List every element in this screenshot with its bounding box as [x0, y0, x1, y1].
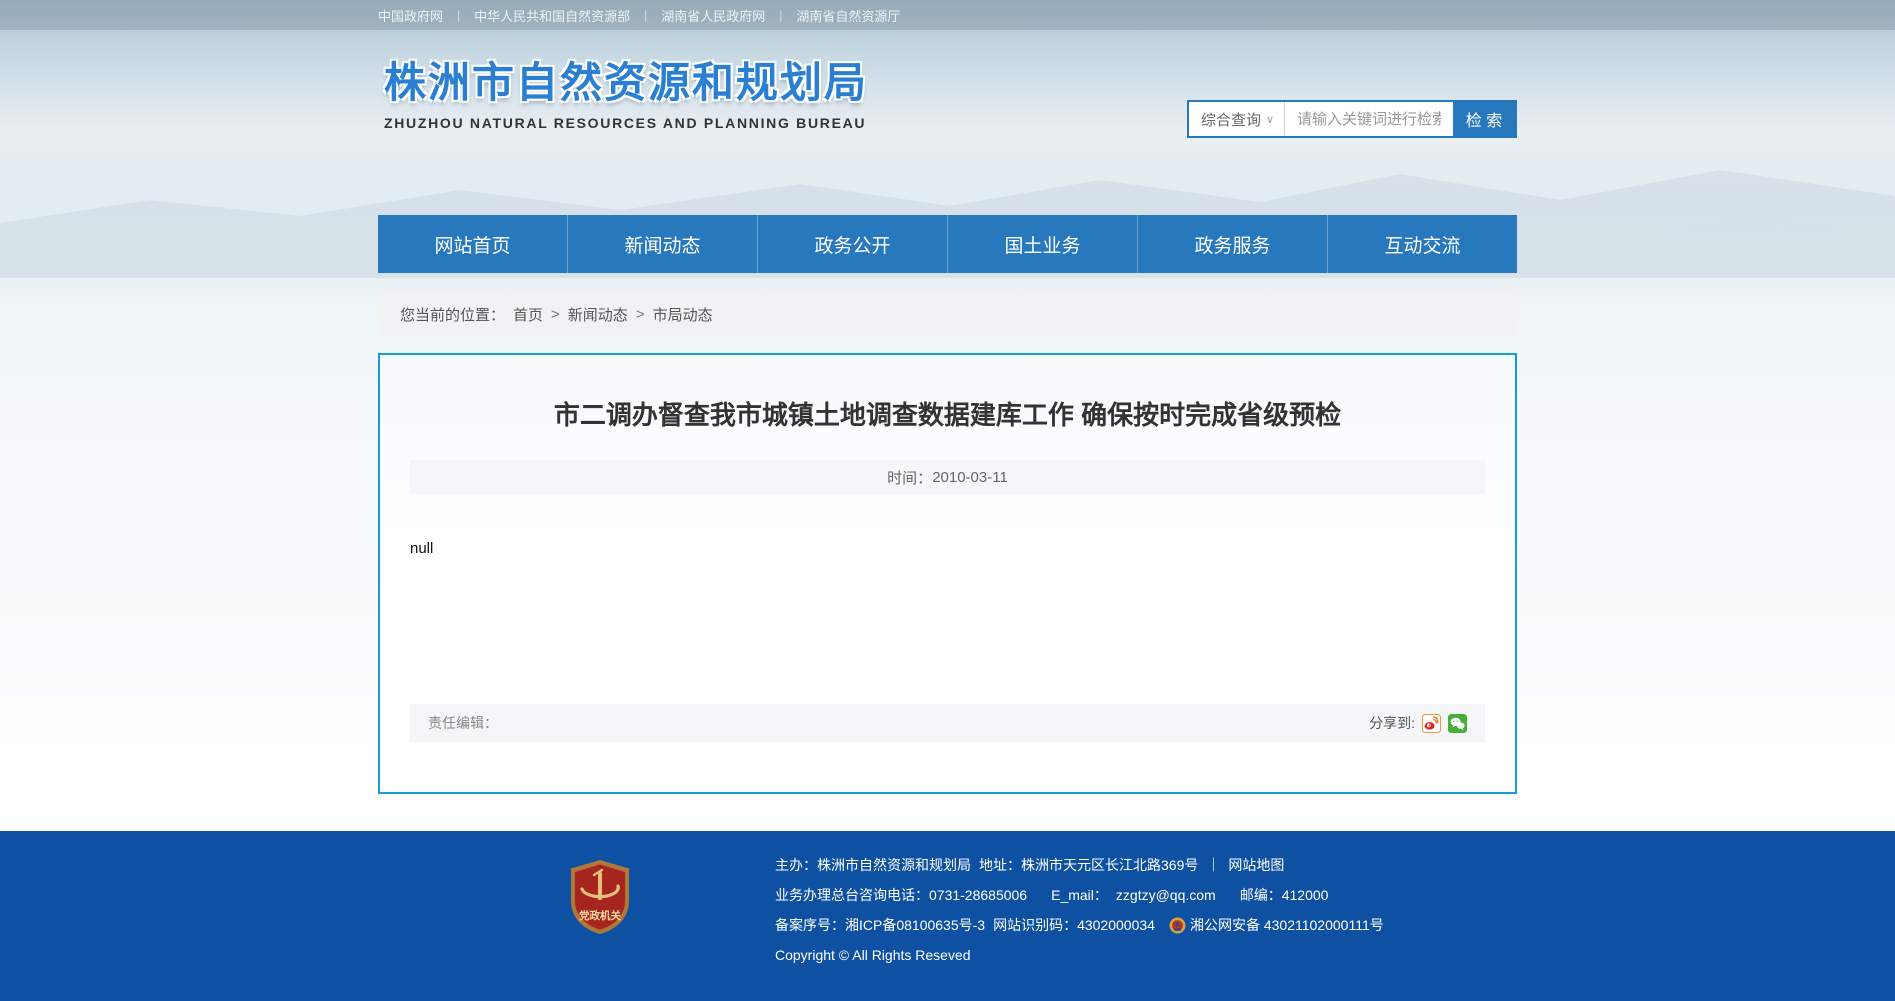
breadcrumb-separator: > — [635, 305, 645, 323]
footer-phone-label: 业务办理总台咨询电话： — [775, 887, 929, 903]
share-group: 分享到: — [1369, 713, 1467, 733]
party-government-badge-icon[interactable]: 党政机关 — [568, 859, 632, 935]
breadcrumb-separator: > — [551, 305, 560, 323]
article-box: 市二调办督查我市城镇土地调查数据建库工作 确保按时完成省级预检 时间： 2010… — [378, 353, 1517, 794]
page-footer: 党政机关 主办： 株洲市自然资源和规划局 地址： 株洲市天元区长江北路369号 … — [0, 831, 1895, 1001]
police-badge-icon — [1169, 917, 1186, 934]
site-subtitle-english: ZHUZHOU NATURAL RESOURCES AND PLANNING B… — [384, 115, 867, 132]
nav-item-land-business[interactable]: 国土业务 — [947, 215, 1137, 273]
breadcrumb: 您当前的位置： 首页 > 新闻动态 > 市局动态 — [378, 293, 1517, 335]
toplink-hunan-gov[interactable]: 湖南省人民政府网 — [661, 6, 765, 25]
breadcrumb-link-bureau-news[interactable]: 市局动态 — [653, 304, 713, 325]
search-bar: 综合查询 ∨ 检 索 — [1187, 100, 1517, 138]
footer-address-value: 株洲市天元区长江北路369号 — [1021, 857, 1199, 873]
footer-line-copyright: Copyright © All Rights Reseved — [775, 947, 1517, 964]
nav-item-gov-services[interactable]: 政务服务 — [1137, 215, 1327, 273]
toplink-separator: | — [779, 8, 783, 22]
footer-line-registration: 备案序号：湘ICP备08100635号-3 网站识别码：4302000034 湘… — [775, 917, 1517, 934]
footer-icp-number: 备案序号：湘ICP备08100635号-3 — [775, 917, 986, 933]
footer-police-record-link[interactable]: 湘公网安备 43021102000111号 — [1190, 917, 1384, 934]
search-input[interactable] — [1285, 102, 1453, 136]
toplink-hunan-nr[interactable]: 湖南省自然资源厅 — [796, 6, 900, 25]
breadcrumb-label: 您当前的位置： — [400, 306, 506, 324]
footer-host-label: 主办： — [775, 857, 817, 873]
footer-line-contact: 业务办理总台咨询电话： 0731-28685006 E_mail： zzgtzy… — [775, 887, 1517, 904]
toplink-separator: | — [644, 8, 648, 22]
toplink-china-gov[interactable]: 中国政府网 — [378, 6, 443, 25]
footer-info: 主办： 株洲市自然资源和规划局 地址： 株洲市天元区长江北路369号 ｜ 网站地… — [775, 831, 1517, 964]
share-label: 分享到: — [1369, 715, 1415, 731]
weibo-share-icon[interactable] — [1422, 713, 1441, 733]
breadcrumb-link-news[interactable]: 新闻动态 — [568, 304, 628, 325]
nav-item-interaction[interactable]: 互动交流 — [1327, 215, 1517, 273]
article-time-label: 时间： — [887, 469, 933, 487]
top-links-bar: 中国政府网 | 中华人民共和国自然资源部 | 湖南省人民政府网 | 湖南省自然资… — [0, 0, 1895, 30]
footer-site-code: 网站识别码：4302000034 — [993, 917, 1155, 933]
article-footer-band: 责任编辑： 分享到: — [410, 704, 1485, 742]
toplink-mnr[interactable]: 中华人民共和国自然资源部 — [474, 6, 630, 25]
main-content: 市二调办督查我市城镇土地调查数据建库工作 确保按时完成省级预检 时间： 2010… — [0, 353, 1895, 794]
nav-item-home[interactable]: 网站首页 — [378, 215, 567, 273]
footer-address-label: 地址： — [979, 857, 1021, 873]
breadcrumb-link-home[interactable]: 首页 — [513, 304, 543, 325]
footer-email-label: E_mail： — [1051, 887, 1108, 903]
site-logo[interactable]: 株洲市自然资源和规划局 ZHUZHOU NATURAL RESOURCES AN… — [384, 59, 869, 132]
wechat-share-icon[interactable] — [1448, 713, 1467, 733]
site-title: 株洲市自然资源和规划局 — [384, 59, 869, 106]
search-category-select[interactable]: 综合查询 ∨ — [1189, 102, 1285, 136]
article-time-band: 时间： 2010-03-11 — [410, 460, 1485, 494]
article-title: 市二调办督查我市城镇土地调查数据建库工作 确保按时完成省级预检 — [553, 400, 1342, 430]
toplink-separator: | — [457, 8, 461, 22]
search-button[interactable]: 检 索 — [1453, 102, 1515, 136]
footer-phone-value: 0731-28685006 — [929, 887, 1028, 903]
footer-sitemap-link[interactable]: 网站地图 — [1228, 857, 1284, 874]
footer-zip-label: 邮编： — [1239, 887, 1282, 903]
nav-item-news[interactable]: 新闻动态 — [567, 215, 757, 273]
nav-item-gov-info[interactable]: 政务公开 — [757, 215, 947, 273]
editor-label: 责任编辑： — [428, 715, 498, 731]
footer-host-value: 株洲市自然资源和规划局 — [817, 857, 971, 873]
footer-email-link[interactable]: zzgtzy@qq.com — [1116, 887, 1216, 904]
chevron-down-icon: ∨ — [1265, 113, 1274, 126]
footer-zip-value: 412000 — [1281, 887, 1329, 903]
search-category-value: 综合查询 — [1201, 111, 1262, 129]
footer-line-host: 主办： 株洲市自然资源和规划局 地址： 株洲市天元区长江北路369号 ｜ 网站地… — [775, 857, 1517, 874]
badge-label: 党政机关 — [579, 909, 621, 922]
footer-divider: ｜ — [1206, 857, 1221, 873]
article-body: null — [410, 540, 434, 557]
breadcrumb-section: 您当前的位置： 首页 > 新闻动态 > 市局动态 — [0, 293, 1895, 335]
article-time-value: 2010-03-11 — [932, 468, 1008, 486]
site-header: 株洲市自然资源和规划局 ZHUZHOU NATURAL RESOURCES AN… — [0, 30, 1895, 215]
main-navigation: 网站首页 新闻动态 政务公开 国土业务 政务服务 互动交流 — [0, 215, 1895, 273]
footer-copyright: Copyright © All Rights Reseved — [775, 947, 971, 963]
